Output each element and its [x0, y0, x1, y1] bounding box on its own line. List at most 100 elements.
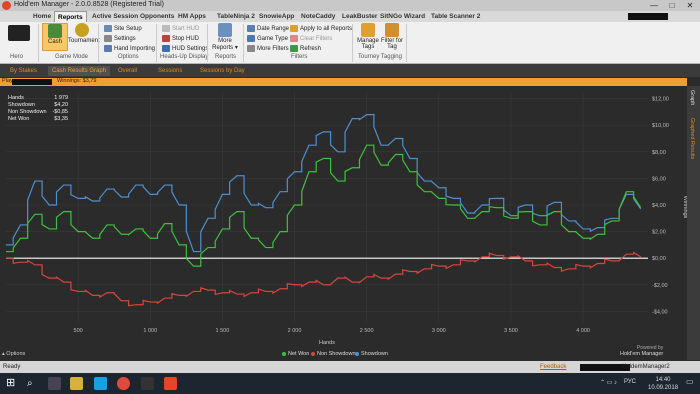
subtab-cash-results-graph[interactable]: Cash Results Graph: [48, 66, 111, 76]
window-title: Hold'em Manager - 2.0.0.8528 (Registered…: [14, 1, 164, 8]
side-panel: Graph Graphed Results: [687, 86, 700, 360]
hero-avatar-icon: [8, 25, 30, 41]
file-explorer-icon[interactable]: [70, 377, 83, 390]
stop-hud-button[interactable]: Stop HUD: [162, 35, 199, 42]
game-type-dropdown[interactable]: Game Type ▾: [247, 35, 293, 42]
menu-bar: Home Reports Active Session Opponents HM…: [0, 11, 700, 22]
y-tick-label: -$4,00: [652, 309, 668, 315]
more-filters-button[interactable]: More Filters: [247, 45, 289, 52]
options-group-label: Options: [118, 54, 139, 60]
cash-button[interactable]: Cash: [42, 23, 68, 51]
windows-start-icon[interactable]: ⊞: [6, 377, 19, 390]
options-button[interactable]: ▴ Options: [2, 351, 25, 357]
series-line-showdown: [6, 114, 642, 253]
date-range-dropdown[interactable]: Date Range ▾: [247, 25, 294, 32]
app-icon: [2, 1, 11, 10]
x-axis-label: Hands: [319, 340, 335, 346]
x-tick-label: 2 500: [360, 328, 374, 334]
tab-home[interactable]: Home: [30, 11, 54, 22]
site-setup-button[interactable]: Site Setup: [104, 25, 142, 32]
language-indicator[interactable]: РУС: [624, 379, 636, 385]
tag-icon: [361, 23, 375, 37]
non-showdown-swatch: [311, 351, 315, 356]
apply-all-reports-button[interactable]: Apply to all Reports: [290, 25, 352, 32]
import-icon: [104, 45, 112, 52]
reports-icon: [218, 23, 232, 37]
filters-group-label: Filters: [291, 54, 308, 60]
report-subtabs: By Stakes Cash Results Graph Overall Ses…: [0, 64, 700, 77]
tournament-button[interactable]: Tournament: [68, 23, 100, 44]
y-axis-label: Winnings: [682, 196, 687, 219]
system-clock[interactable]: 14:40 10.09.2018: [648, 376, 678, 392]
filter-for-tag-button[interactable]: Filter for Tag: [381, 23, 403, 50]
subtab-overall[interactable]: Overall: [114, 66, 141, 76]
tab-hm-apps[interactable]: HM Apps: [175, 11, 209, 22]
chrome-icon[interactable]: [117, 377, 130, 390]
hud-settings-icon: [162, 45, 170, 52]
clear-filters-button[interactable]: Clear Filters: [290, 35, 332, 42]
chart-legend: Net Won Non Showdown Showdown: [0, 350, 687, 360]
status-ready: Ready: [3, 364, 21, 370]
x-tick-label: 500: [74, 328, 83, 334]
tab-sitngo-wizard[interactable]: SitNGo Wizard: [377, 11, 428, 22]
cash-icon: [48, 24, 62, 38]
tab-active-session[interactable]: Active Session: [89, 11, 141, 22]
tab-tableninja[interactable]: TableNinja 2: [214, 11, 258, 22]
stats-box: Hands 1 979 Showdown $4,20 Non Showdown -$0…: [8, 95, 68, 123]
subtab-sessions[interactable]: Sessions: [154, 66, 186, 76]
trophy-icon: [75, 23, 89, 37]
tab-opponents[interactable]: Opponents: [137, 11, 177, 22]
tab-notecaddy[interactable]: NoteCaddy: [298, 11, 338, 22]
tab-reports[interactable]: Reports: [54, 11, 87, 22]
holdem-manager-taskbar-icon[interactable]: [164, 377, 177, 390]
tab-table-scanner[interactable]: Table Scanner 2: [428, 11, 483, 22]
maximize-button[interactable]: □: [663, 0, 681, 11]
legend-non-showdown: Non Showdown: [311, 351, 356, 357]
refresh-button[interactable]: Refresh: [290, 45, 321, 52]
apply-icon: [290, 25, 298, 32]
skype-icon[interactable]: [94, 377, 107, 390]
tab-leakbuster[interactable]: LeakBuster: [339, 11, 380, 22]
app-window-icon[interactable]: [141, 377, 154, 390]
cards-icon: [247, 35, 255, 42]
hands-label: Hands: [8, 95, 24, 101]
x-tick-label: 3 500: [504, 328, 518, 334]
title-bar: Hold'em Manager - 2.0.0.8528 (Registered…: [0, 0, 700, 11]
y-tick-label: $2,00: [652, 230, 666, 236]
results-chart: -$4,00 -$2,00 $0,00 $2,00 $4,00 $6,00 $8,00 $10…: [0, 86, 687, 348]
subtab-sessions-by-day[interactable]: Sessions by Day: [196, 66, 249, 76]
tagging-group-label: Tourney Tagging: [358, 54, 402, 60]
x-tick-label: 2 000: [288, 328, 302, 334]
x-tick-label: 1 500: [216, 328, 230, 334]
settings-button[interactable]: Settings: [104, 35, 136, 42]
y-tick-label: $0,00: [652, 256, 666, 262]
gear-icon: [104, 35, 112, 42]
net-won-swatch: [282, 351, 286, 356]
series-line-non-showdown: [6, 251, 642, 307]
clear-icon: [290, 35, 298, 42]
task-view-icon[interactable]: [48, 377, 61, 390]
version-label: HoldemManager2: [622, 364, 670, 370]
minimize-button[interactable]: —: [645, 0, 663, 11]
hud-settings-button[interactable]: HUD Settings: [162, 45, 208, 52]
hero-button[interactable]: [3, 23, 35, 42]
x-tick-label: 4 000: [576, 328, 590, 334]
feedback-link[interactable]: Feedback: [540, 364, 566, 370]
tab-snowieapp[interactable]: SnowieApp: [256, 11, 297, 22]
more-reports-button[interactable]: More Reports ▾: [210, 23, 240, 51]
redacted-player: [12, 79, 52, 85]
hand-importing-button[interactable]: Hand Importing: [104, 45, 155, 52]
graphed-results-side-tab[interactable]: Graphed Results: [689, 118, 695, 159]
tag-filter-icon: [385, 23, 399, 37]
manage-tags-button[interactable]: Manage Tags: [355, 23, 381, 50]
close-button[interactable]: ✕: [681, 0, 699, 11]
tray-icons[interactable]: ⌃ ▭ ♪: [600, 379, 617, 386]
start-hud-button[interactable]: Start HUD: [162, 25, 199, 32]
netwon-value: $3,35: [54, 116, 68, 122]
status-bar: Ready Feedback HoldemManager2: [0, 361, 700, 373]
notifications-icon[interactable]: ▭: [686, 377, 696, 390]
search-icon[interactable]: ⌕: [27, 377, 40, 390]
subtab-by-stakes[interactable]: By Stakes: [6, 66, 41, 76]
graph-side-tab[interactable]: Graph: [689, 90, 695, 105]
y-tick-label: $6,00: [652, 176, 666, 182]
